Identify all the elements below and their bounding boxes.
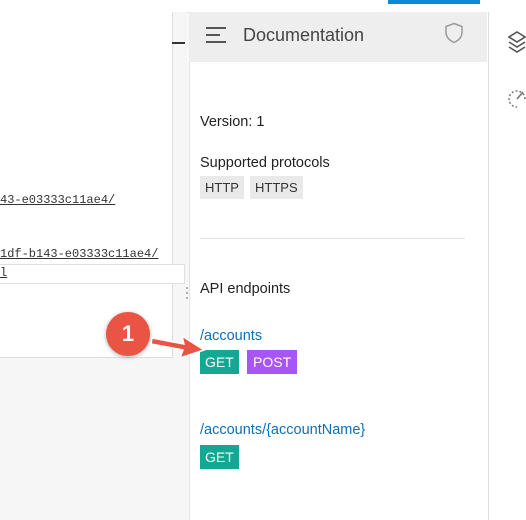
value-field-text: l bbox=[0, 266, 8, 280]
endpoints-heading: API endpoints bbox=[200, 281, 291, 297]
endpoint-link-accounts[interactable]: /accounts bbox=[200, 328, 262, 344]
protocols-label: Supported protocols bbox=[200, 155, 330, 171]
details-card bbox=[0, 12, 173, 358]
value-field[interactable]: l bbox=[0, 264, 185, 284]
protocol-chip-http: HTTP bbox=[200, 176, 244, 199]
shield-icon[interactable] bbox=[444, 22, 464, 44]
minimize-icon[interactable] bbox=[172, 42, 185, 44]
step-badge: 1 bbox=[106, 312, 150, 356]
resource-path-link[interactable]: 43-e03333c11ae4/ bbox=[0, 193, 115, 207]
arrow-icon bbox=[150, 334, 206, 360]
top-action-button[interactable] bbox=[388, 0, 480, 4]
resource-id-link[interactable]: 1df-b143-e03333c11ae4/ bbox=[0, 247, 158, 261]
stack-icon[interactable] bbox=[508, 30, 526, 54]
menu-icon[interactable] bbox=[206, 27, 226, 43]
api-version: Version: 1 bbox=[200, 114, 265, 130]
divider bbox=[200, 238, 465, 239]
gauge-icon[interactable] bbox=[508, 88, 526, 110]
protocol-chip-https: HTTPS bbox=[250, 176, 303, 199]
get-method-button[interactable]: GET bbox=[200, 445, 239, 469]
post-method-button[interactable]: POST bbox=[247, 350, 298, 374]
documentation-title: Documentation bbox=[243, 25, 365, 45]
endpoint-link-account-name[interactable]: /accounts/{accountName} bbox=[200, 422, 365, 438]
documentation-panel bbox=[189, 12, 488, 520]
